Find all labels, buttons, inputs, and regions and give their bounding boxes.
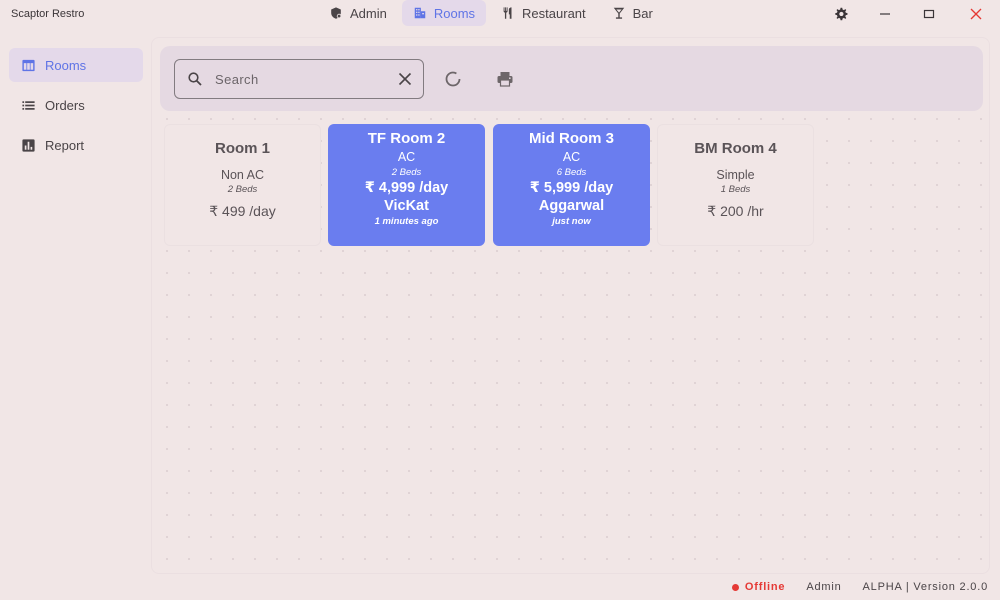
title-bar: Scaptor Restro Admin Rooms Restaurant Ba…: [0, 0, 1000, 28]
room-price: ₹ 200 /hr: [707, 203, 764, 219]
bar-chart-icon: [22, 138, 35, 152]
list-icon: [22, 100, 35, 110]
room-price: ₹ 4,999 /day: [364, 180, 449, 196]
nav-tab-admin[interactable]: Admin: [318, 0, 398, 26]
maximize-button[interactable]: [919, 4, 939, 24]
close-icon: [970, 8, 982, 20]
maximize-icon: [923, 9, 935, 19]
room-beds: 6 Beds: [556, 167, 587, 178]
nav-tab-rooms[interactable]: Rooms: [401, 0, 487, 26]
refresh-icon: [445, 71, 461, 87]
room-price: ₹ 499 /day: [209, 203, 276, 219]
nav-tab-label: Restaurant: [522, 5, 586, 21]
version-label: ALPHA | Version 2.0.0: [862, 581, 988, 593]
settings-button[interactable]: [831, 4, 851, 24]
close-window-button[interactable]: [966, 4, 986, 24]
room-card-3[interactable]: Mid Room 3 AC 6 Beds ₹ 5,999 /day Aggarw…: [493, 124, 650, 246]
shield-icon: [331, 7, 342, 19]
connection-label: Offline: [744, 581, 786, 593]
sidebar-item-report[interactable]: Report: [9, 128, 143, 162]
search-input[interactable]: [215, 68, 385, 90]
building-icon: [414, 7, 426, 19]
status-dot-icon: [731, 583, 739, 591]
room-beds: 2 Beds: [391, 167, 422, 178]
status-bar: Offline Admin ALPHA | Version 2.0.0: [731, 580, 988, 594]
table-icon: [22, 59, 35, 71]
room-type: Simple: [716, 168, 755, 182]
fork-knife-icon: [503, 7, 512, 19]
nav-tab-label: Bar: [632, 5, 653, 21]
checkin-time: just now: [552, 216, 591, 227]
nav-tab-restaurant[interactable]: Restaurant: [490, 0, 597, 26]
main-panel: Room 1 Non AC 2 Beds ₹ 499 /day TF Room …: [151, 37, 990, 574]
top-nav: Admin Rooms Restaurant Bar: [318, 0, 664, 28]
status-user: Admin: [806, 581, 842, 593]
sidebar: Rooms Orders Report: [9, 48, 143, 168]
minimize-icon: [880, 13, 890, 15]
room-name: Room 1: [214, 140, 270, 157]
app-title: Scaptor Restro: [11, 8, 85, 20]
gear-icon: [835, 7, 848, 21]
room-type: Non AC: [220, 168, 265, 182]
search-icon: [188, 72, 202, 86]
print-button[interactable]: [495, 69, 515, 89]
room-type: AC: [562, 150, 581, 164]
nav-tab-label: Admin: [350, 5, 387, 21]
room-name: BM Room 4: [694, 140, 777, 157]
minimize-button[interactable]: [875, 4, 895, 24]
clear-search-icon[interactable]: [397, 71, 413, 87]
sidebar-item-label: Orders: [45, 97, 85, 113]
room-card-2[interactable]: TF Room 2 AC 2 Beds ₹ 4,999 /day VicKat …: [328, 124, 485, 246]
room-card-4[interactable]: BM Room 4 Simple 1 Beds ₹ 200 /hr: [657, 124, 814, 246]
nav-tab-bar[interactable]: Bar: [601, 0, 664, 26]
connection-status: Offline: [731, 581, 786, 593]
print-icon: [497, 72, 513, 87]
toolbar: [160, 46, 983, 111]
room-name: Mid Room 3: [529, 130, 614, 147]
cocktail-icon: [613, 7, 624, 19]
sidebar-item-label: Report: [45, 137, 85, 153]
guest-name: VicKat: [384, 198, 429, 214]
search-box: [174, 59, 424, 99]
sidebar-item-rooms[interactable]: Rooms: [9, 48, 143, 82]
checkin-time: 1 minutes ago: [374, 216, 439, 227]
room-name: TF Room 2: [367, 130, 446, 147]
room-type: AC: [397, 150, 416, 164]
room-beds: 2 Beds: [227, 184, 258, 195]
nav-tab-label: Rooms: [433, 5, 476, 21]
room-price: ₹ 5,999 /day: [529, 180, 614, 196]
sidebar-item-label: Rooms: [45, 57, 87, 73]
room-card-1[interactable]: Room 1 Non AC 2 Beds ₹ 499 /day: [164, 124, 321, 246]
refresh-button[interactable]: [443, 69, 463, 89]
guest-name: Aggarwal: [538, 198, 605, 214]
sidebar-item-orders[interactable]: Orders: [9, 88, 143, 122]
room-beds: 1 Beds: [720, 184, 751, 195]
